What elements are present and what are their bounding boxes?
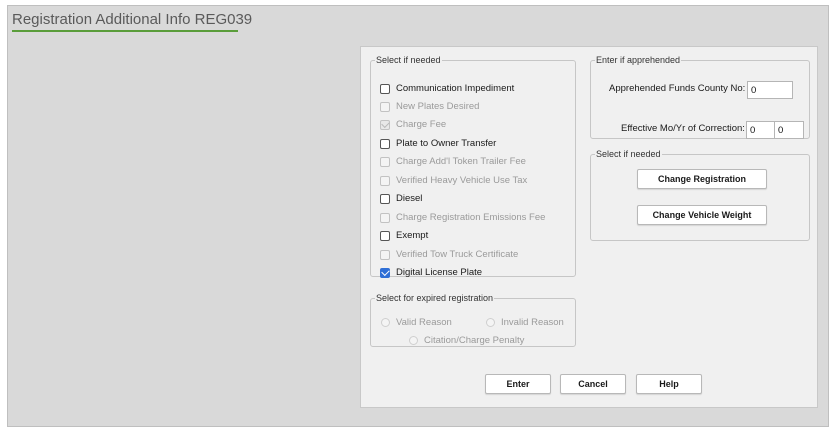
group-legend: Select if needed	[596, 149, 661, 159]
checkbox	[380, 119, 390, 130]
option-label: Charge Registration Emissions Fee	[396, 212, 546, 223]
checkbox	[380, 156, 390, 167]
title-bar: Registration Additional Info REG039	[8, 6, 828, 36]
radio-label: Citation/Charge Penalty	[424, 335, 525, 346]
radio-label: Invalid Reason	[501, 317, 564, 328]
option-label: Plate to Owner Transfer	[396, 138, 497, 149]
apprehended-group: Enter if apprehended Apprehended Funds C…	[590, 55, 810, 139]
option-digital-license-plate[interactable]: Digital License Plate	[380, 267, 482, 278]
change-vehicle-weight-button[interactable]: Change Vehicle Weight	[637, 205, 767, 225]
cancel-button[interactable]: Cancel	[560, 374, 626, 394]
option-label: Digital License Plate	[396, 267, 483, 278]
checkbox[interactable]	[380, 230, 390, 241]
option-label: Charge Fee	[396, 119, 447, 130]
change-registration-button[interactable]: Change Registration	[637, 169, 767, 189]
county-label: Apprehended Funds County No:	[609, 83, 746, 94]
correction-month-input[interactable]	[746, 121, 776, 139]
help-button[interactable]: Help	[636, 374, 702, 394]
option-exempt[interactable]: Exempt	[380, 230, 428, 241]
group-legend: Select if needed	[376, 55, 441, 65]
option-label: New Plates Desired	[396, 101, 480, 112]
select-if-needed-group: Select if needed Communication Impedimen…	[370, 55, 576, 278]
option-label: Verified Heavy Vehicle Use Tax	[396, 175, 528, 186]
option-label: Diesel	[396, 193, 423, 204]
option-label: Communication Impediment	[396, 83, 515, 94]
checkbox[interactable]	[380, 267, 390, 278]
checkbox[interactable]	[380, 83, 390, 94]
option-label: Verified Tow Truck Certificate	[396, 249, 519, 260]
option-communication-impediment[interactable]: Communication Impediment	[380, 83, 514, 94]
option-label: Charge Add'l Token Trailer Fee	[396, 156, 526, 167]
checkbox	[380, 212, 390, 223]
page-title: Registration Additional Info REG039	[12, 11, 253, 28]
radio-button	[409, 336, 418, 345]
group-legend: Enter if apprehended	[596, 55, 681, 65]
checkbox	[380, 249, 390, 260]
radio-citation-charge-penalty: Citation/Charge Penalty	[409, 335, 524, 346]
correction-year-input[interactable]	[774, 121, 804, 139]
title-underline	[12, 30, 238, 32]
correction-label: Effective Mo/Yr of Correction:	[621, 123, 745, 134]
option-new-plates-desired: New Plates Desired	[380, 101, 479, 112]
radio-valid-reason: Valid Reason	[381, 317, 452, 328]
group-legend: Select for expired registration	[376, 293, 494, 303]
checkbox[interactable]	[380, 193, 390, 204]
checkbox	[380, 101, 390, 112]
option-verified-heavy-vehicle-use-tax: Verified Heavy Vehicle Use Tax	[380, 175, 527, 186]
enter-button[interactable]: Enter	[485, 374, 551, 394]
option-diesel[interactable]: Diesel	[380, 193, 422, 204]
registration-dialog: Select if needed Communication Impedimen…	[360, 46, 818, 408]
option-plate-to-owner-transfer[interactable]: Plate to Owner Transfer	[380, 138, 496, 149]
checkbox	[380, 175, 390, 186]
option-label: Exempt	[396, 230, 429, 241]
county-number-input[interactable]	[747, 81, 793, 99]
app-frame: Registration Additional Info REG039 Sele…	[7, 5, 829, 427]
option-charge-token-trailer-fee: Charge Add'l Token Trailer Fee	[380, 156, 526, 167]
radio-button	[381, 318, 390, 327]
radio-button	[486, 318, 495, 327]
right-select-group: Select if needed Change Registration Cha…	[590, 149, 810, 241]
radio-label: Valid Reason	[396, 317, 452, 328]
option-verified-tow-truck-certificate: Verified Tow Truck Certificate	[380, 249, 518, 260]
option-charge-fee: Charge Fee	[380, 119, 446, 130]
option-charge-registration-emissions-fee: Charge Registration Emissions Fee	[380, 212, 545, 223]
checkbox[interactable]	[380, 138, 390, 149]
expired-registration-group: Select for expired registration Valid Re…	[370, 293, 576, 347]
radio-invalid-reason: Invalid Reason	[486, 317, 564, 328]
